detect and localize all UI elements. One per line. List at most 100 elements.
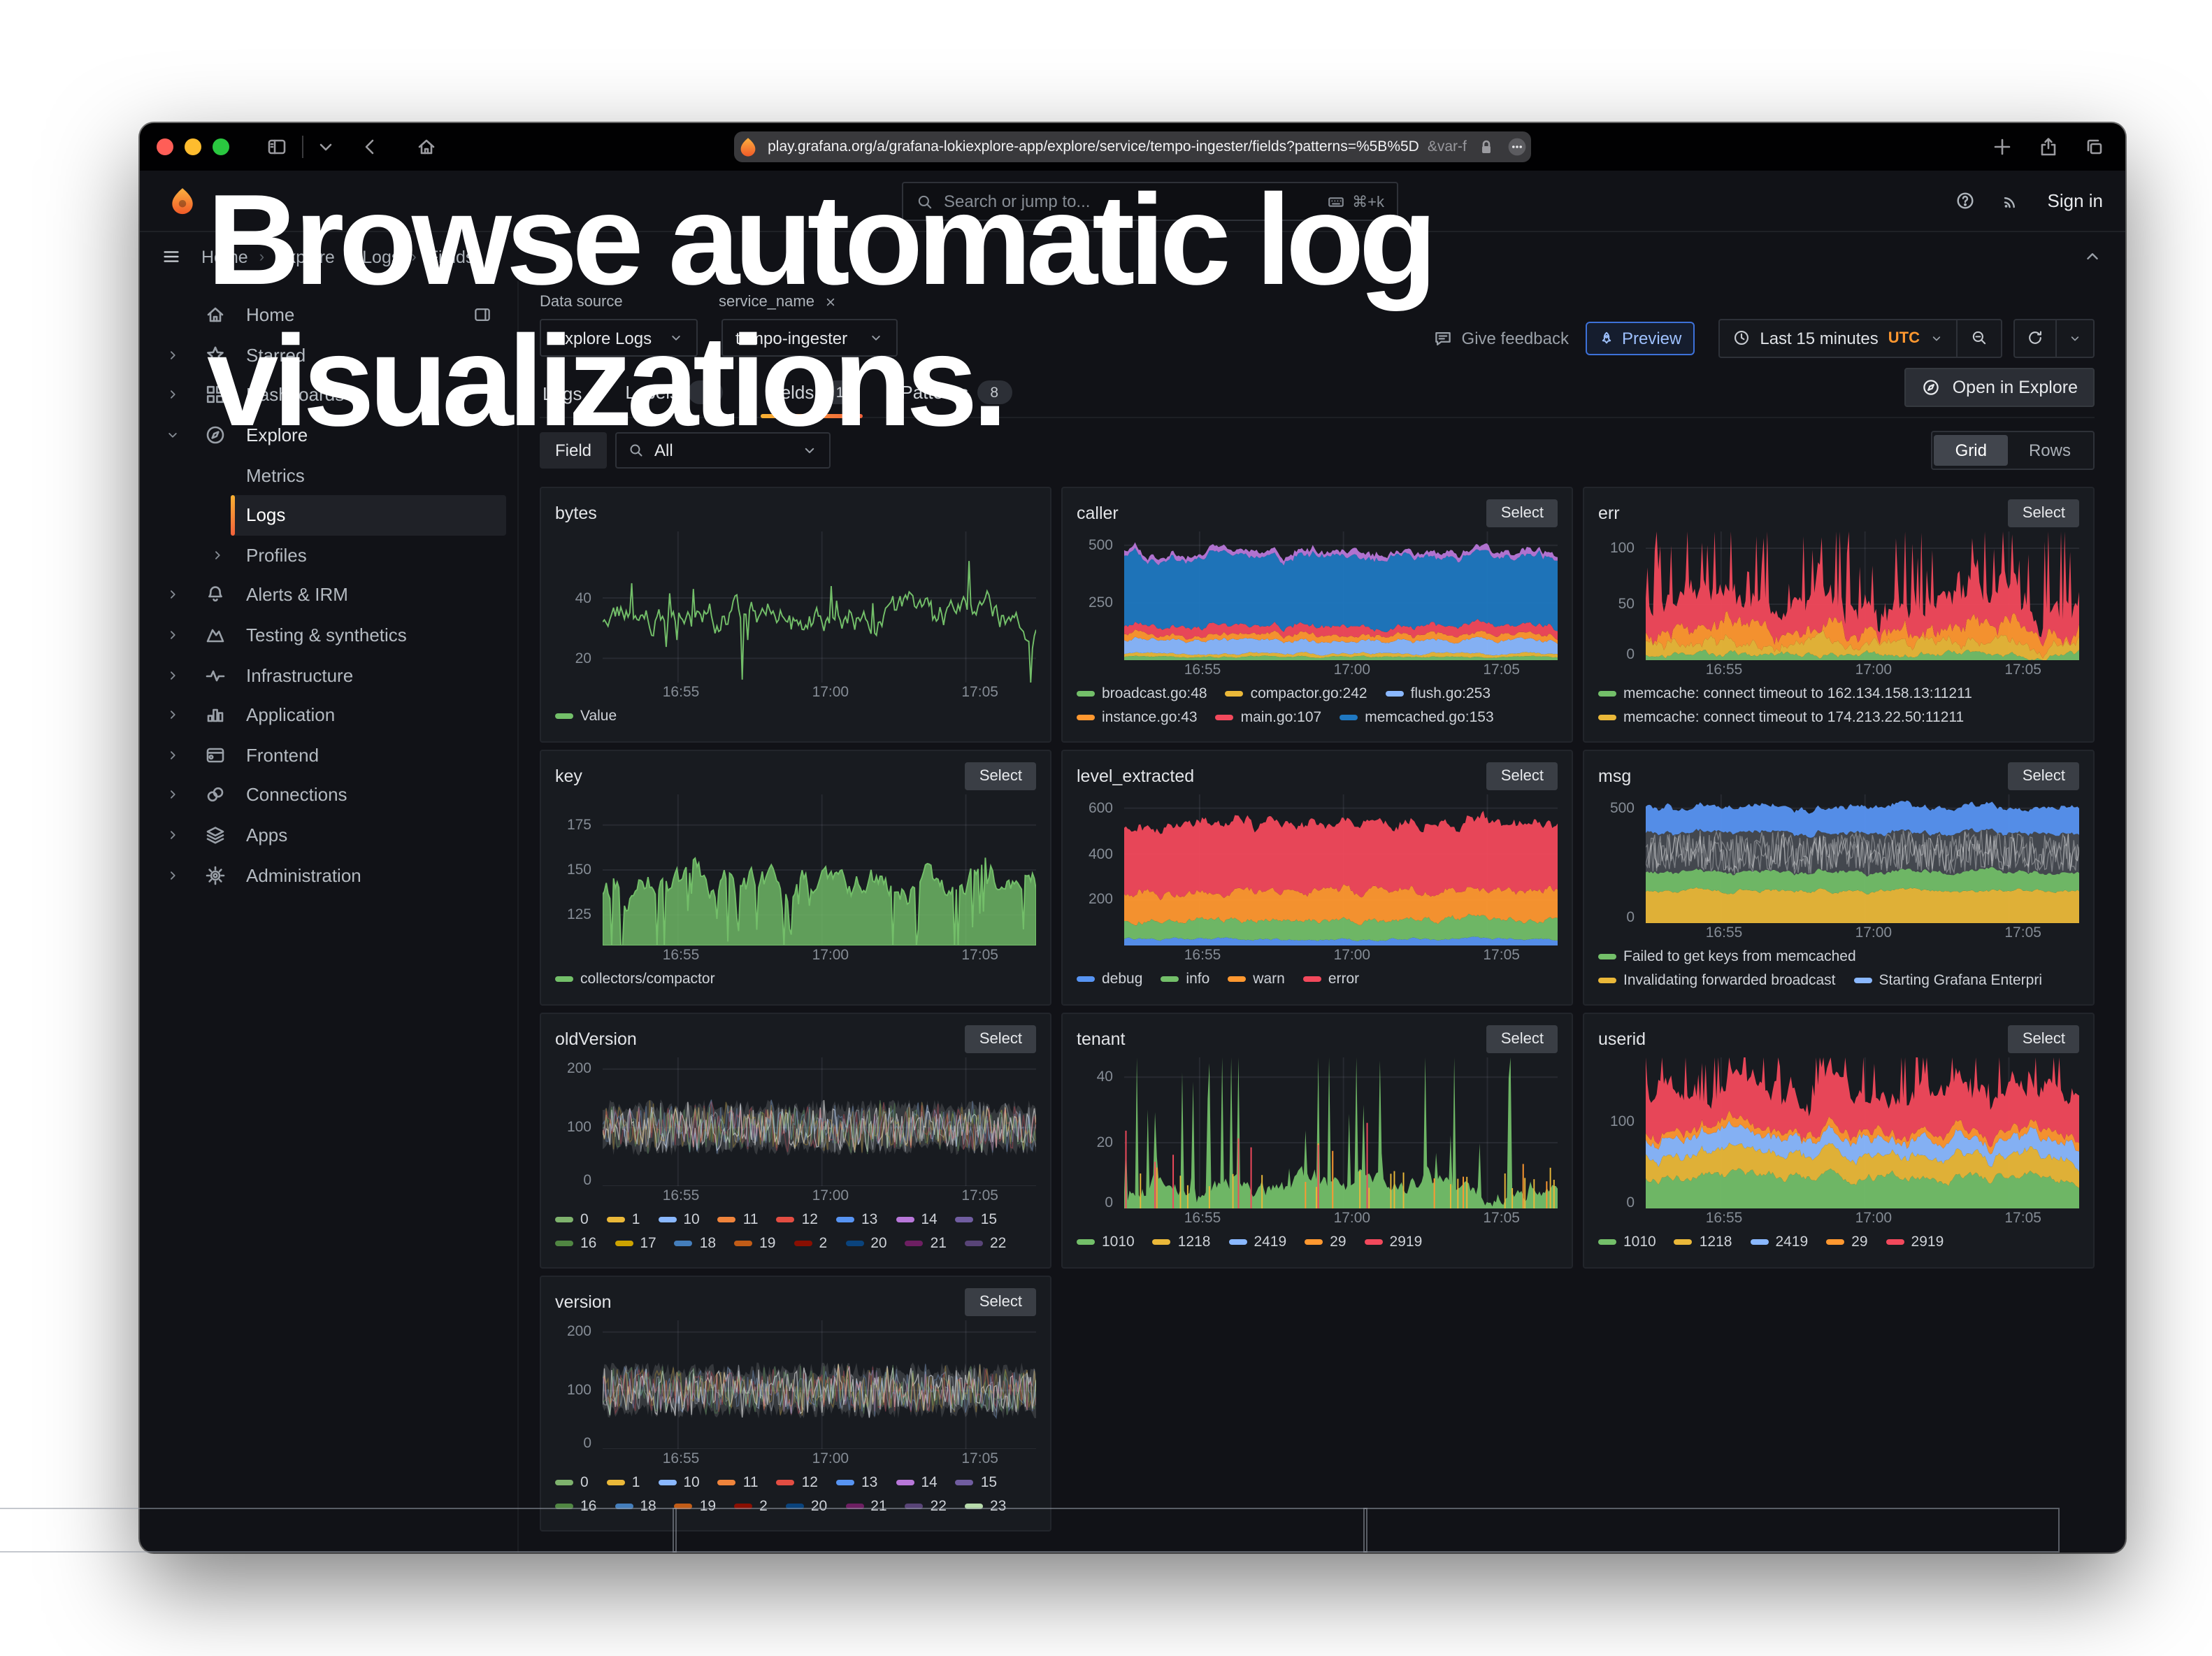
service-name-select[interactable]: tempo-ingester (721, 319, 898, 357)
panel-select-button[interactable]: Select (2009, 499, 2079, 527)
chart-canvas[interactable] (1124, 1057, 1558, 1208)
legend-item[interactable]: 1010 (1598, 1232, 1656, 1250)
panel-select-button[interactable]: Select (2009, 762, 2079, 790)
field-search-select[interactable]: All (615, 432, 831, 469)
legend-item[interactable]: collectors/compactor (555, 969, 715, 987)
legend-item[interactable]: instance.go:43 (1077, 708, 1198, 726)
close-window-button[interactable] (157, 138, 173, 155)
legend-item[interactable]: 13 (836, 1473, 877, 1491)
legend-item[interactable]: 10 (658, 1473, 699, 1491)
legend-item[interactable]: 11 (718, 1210, 759, 1228)
legend-item[interactable]: Invalidating forwarded broadcast (1598, 971, 1836, 989)
back-icon[interactable] (359, 136, 382, 158)
chart-canvas[interactable] (1646, 531, 2079, 660)
view-toggle-grid[interactable]: Grid (1934, 435, 2008, 466)
panel-right-icon[interactable] (473, 306, 492, 325)
legend-item[interactable]: memcache: connect timeout to 174.213.22.… (1598, 708, 1964, 726)
breadcrumb[interactable]: Home›Explore›Logs›Fields (201, 247, 474, 266)
legend-item[interactable]: warn (1228, 969, 1285, 987)
legend-item[interactable]: 1 (607, 1473, 640, 1491)
sidebar-item-dashboards[interactable]: Dashboards (162, 375, 506, 415)
grafana-logo[interactable] (168, 186, 197, 215)
sidebar-item-apps[interactable]: Apps (162, 815, 506, 855)
zoom-window-button[interactable] (213, 138, 229, 155)
chart-canvas[interactable] (1646, 1057, 2079, 1208)
legend-item[interactable]: 2419 (1750, 1232, 1808, 1250)
legend-item[interactable]: 20 (845, 1234, 886, 1252)
legend-item[interactable]: memcached.go:153 (1340, 708, 1493, 726)
refresh-button[interactable] (2015, 320, 2055, 356)
panel-select-button[interactable]: Select (965, 1025, 1036, 1052)
chart-canvas[interactable] (603, 1057, 1036, 1186)
tab-logs[interactable]: Logs (540, 383, 584, 417)
legend-item[interactable]: 13 (836, 1210, 877, 1228)
legend-item[interactable]: memcache: connect timeout to 162.134.158… (1598, 684, 1972, 702)
legend-item[interactable]: 2 (794, 1234, 828, 1252)
legend-item[interactable]: 1010 (1077, 1232, 1135, 1250)
legend-item[interactable]: 22 (965, 1234, 1006, 1252)
chevron-down-icon[interactable] (315, 136, 337, 158)
breadcrumb-item-home[interactable]: Home (201, 247, 248, 266)
sign-in-link[interactable]: Sign in (2048, 190, 2104, 211)
time-range-button[interactable]: Last 15 minutes UTC (1719, 320, 1956, 356)
breadcrumb-item-fields[interactable]: Fields (428, 247, 475, 266)
panel-select-button[interactable]: Select (1487, 1025, 1558, 1052)
legend-item[interactable]: 16 (555, 1234, 596, 1252)
legend-item[interactable]: 17 (615, 1234, 656, 1252)
sidebar-item-frontend[interactable]: Frontend (162, 735, 506, 775)
sidebar-item-application[interactable]: Application (162, 695, 506, 735)
legend-item[interactable]: Starting Grafana Enterpri (1854, 971, 2042, 989)
sidebar-item-home[interactable]: Home (162, 295, 506, 335)
legend-item[interactable]: 14 (896, 1473, 937, 1491)
chart-canvas[interactable] (1124, 531, 1558, 660)
chevron-up-icon[interactable] (2082, 246, 2103, 267)
legend-item[interactable]: 15 (956, 1210, 997, 1228)
legend-item[interactable]: 2419 (1228, 1232, 1286, 1250)
search-input[interactable]: Search or jump to... ⌘+k (902, 182, 1398, 221)
legend-item[interactable]: 0 (555, 1210, 589, 1228)
help-icon[interactable] (1955, 190, 1976, 211)
legend-item[interactable]: 12 (777, 1210, 818, 1228)
tabs-overview-icon[interactable] (2083, 136, 2106, 158)
legend-item[interactable]: broadcast.go:48 (1077, 684, 1207, 702)
give-feedback-link[interactable]: Give feedback (1434, 328, 1569, 348)
legend-item[interactable]: compactor.go:242 (1226, 684, 1367, 702)
tab-patterns[interactable]: Patterns 8 (898, 380, 1014, 417)
legend-item[interactable]: flush.go:253 (1386, 684, 1491, 702)
refresh-interval-button[interactable] (2055, 320, 2093, 356)
menu-icon[interactable] (161, 246, 182, 267)
legend-item[interactable]: 2919 (1365, 1232, 1423, 1250)
news-icon[interactable] (2002, 190, 2023, 211)
panel-select-button[interactable]: Select (965, 762, 1036, 790)
open-in-explore-button[interactable]: Open in Explore (1905, 368, 2095, 407)
ellipsis-icon[interactable] (1506, 136, 1528, 158)
panel-select-button[interactable]: Select (1487, 499, 1558, 527)
datasource-select[interactable]: Explore Logs (540, 319, 698, 357)
legend-item[interactable]: 1 (607, 1210, 640, 1228)
sidebar-item-profiles[interactable]: Profiles (162, 535, 506, 575)
new-tab-icon[interactable] (1991, 136, 2013, 158)
sidebar-item-connections[interactable]: Connections (162, 775, 506, 815)
legend-item[interactable]: 21 (905, 1234, 947, 1252)
sidebar-item-infrastructure[interactable]: Infrastructure (162, 655, 506, 695)
legend-item[interactable]: 2919 (1886, 1232, 1944, 1250)
tab-labels[interactable]: Labels (622, 380, 725, 417)
sidebar-item-logs[interactable]: Logs (162, 495, 506, 535)
view-toggle-rows[interactable]: Rows (2008, 435, 2092, 466)
share-icon[interactable] (2037, 136, 2060, 158)
legend-item[interactable]: Failed to get keys from memcached (1598, 947, 1856, 965)
legend-item[interactable]: 19 (734, 1234, 775, 1252)
chart-canvas[interactable] (1646, 794, 2079, 923)
legend-item[interactable]: info (1161, 969, 1209, 987)
sidebar-item-explore[interactable]: Explore (162, 415, 506, 455)
legend-item[interactable]: 29 (1305, 1232, 1346, 1250)
breadcrumb-item-explore[interactable]: Explore (275, 247, 335, 266)
sidebar-item-administration[interactable]: Administration (162, 855, 506, 895)
legend-item[interactable]: 1218 (1153, 1232, 1211, 1250)
legend-item[interactable]: 11 (718, 1473, 759, 1491)
legend-item[interactable]: main.go:107 (1216, 708, 1322, 726)
breadcrumb-item-logs[interactable]: Logs (362, 247, 400, 266)
browser-sidebar-icon[interactable] (266, 136, 288, 158)
close-icon[interactable] (824, 295, 838, 309)
panel-select-button[interactable]: Select (1487, 762, 1558, 790)
